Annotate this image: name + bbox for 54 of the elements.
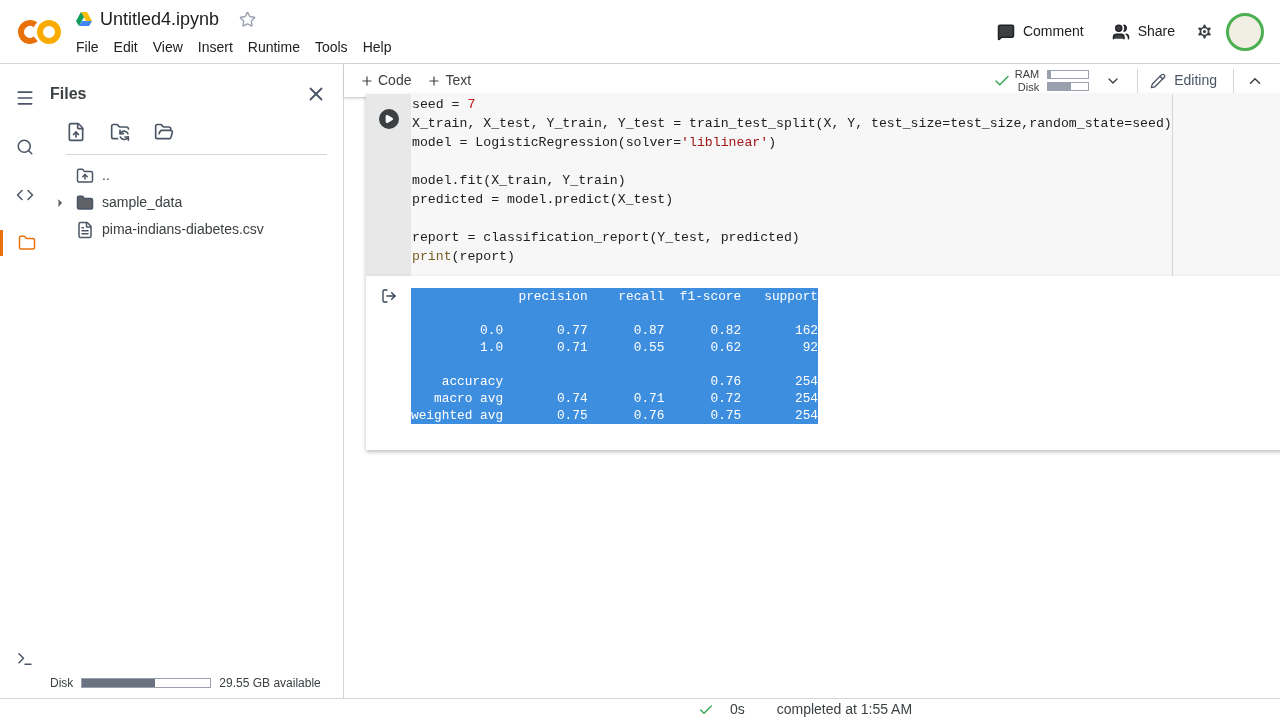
menu-icon (15, 88, 35, 108)
menu-item[interactable]: View (152, 36, 183, 58)
pencil-icon (1150, 72, 1167, 89)
code-line: X_train, X_test, Y_train, Y_test = train_test_split(X, Y, test_size=test_size,random_state=seed) (412, 115, 1172, 133)
disk-reading: 29.55 GB available (219, 675, 321, 692)
code-line: predicted = model.predict(X_test) (412, 191, 674, 209)
code-line: seed = 7 (412, 96, 476, 114)
play-icon (384, 114, 394, 124)
status-duration: 0s (729, 700, 745, 719)
add-cell-button[interactable]: Code (360, 70, 412, 91)
file-tree-item[interactable]: .. (102, 165, 110, 186)
terminal-icon[interactable] (16, 650, 34, 668)
editing-button[interactable]: Editing (1150, 70, 1217, 91)
people-icon (1111, 22, 1130, 41)
run-button[interactable] (378, 109, 399, 129)
menu-item[interactable]: Tools (314, 36, 348, 58)
folder-icon (17, 234, 36, 252)
status-message: completed at 1:55 AM (776, 700, 913, 719)
drive-folder-icon[interactable] (154, 122, 174, 142)
comment-icon (996, 22, 1015, 41)
code-line: model.fit(X_train, Y_train) (412, 172, 626, 190)
menu-item[interactable]: Help (362, 36, 392, 58)
upload-icon[interactable] (66, 122, 86, 142)
disk-label: Disk (1017, 80, 1040, 94)
menu-item[interactable]: Edit (113, 36, 138, 58)
comment-button[interactable]: Comment (988, 21, 1092, 42)
code-line: print(report) (412, 248, 515, 266)
avatar[interactable] (1226, 12, 1264, 51)
file-tree-item[interactable]: pima-indians-diabetes.csv (102, 219, 264, 240)
search-icon (16, 138, 34, 156)
plus-icon (427, 73, 442, 88)
file-icon (76, 220, 94, 239)
refresh-folder-icon[interactable] (110, 122, 130, 142)
disk-label: Disk (50, 675, 74, 692)
ram-label: RAM (1014, 67, 1040, 81)
notebook-title[interactable]: Untitled4.ipynb (100, 5, 220, 33)
star-icon[interactable] (239, 10, 257, 28)
plus-icon (360, 73, 374, 88)
folder-up-icon (76, 166, 94, 185)
file-tree-item[interactable]: sample_data (102, 192, 183, 213)
settings-icon[interactable] (1195, 22, 1214, 41)
menu-item[interactable]: File (76, 36, 99, 58)
logo-icon (18, 17, 62, 46)
share-button[interactable]: Share (1103, 21, 1183, 42)
menu-item[interactable]: Runtime (247, 36, 300, 58)
folder-icon (76, 193, 94, 212)
panel-title: Files (50, 84, 87, 104)
code-cell[interactable] (366, 94, 1280, 276)
code-line: report = classification_report(Y_test, predicted) (412, 229, 800, 247)
drive-icon (76, 12, 92, 26)
add-cell-button[interactable]: Text (427, 70, 472, 91)
code-line: model = LogisticRegression(solver='liblinear') (412, 134, 777, 152)
output-icon[interactable] (380, 288, 397, 304)
menu-item[interactable]: Insert (197, 36, 233, 58)
